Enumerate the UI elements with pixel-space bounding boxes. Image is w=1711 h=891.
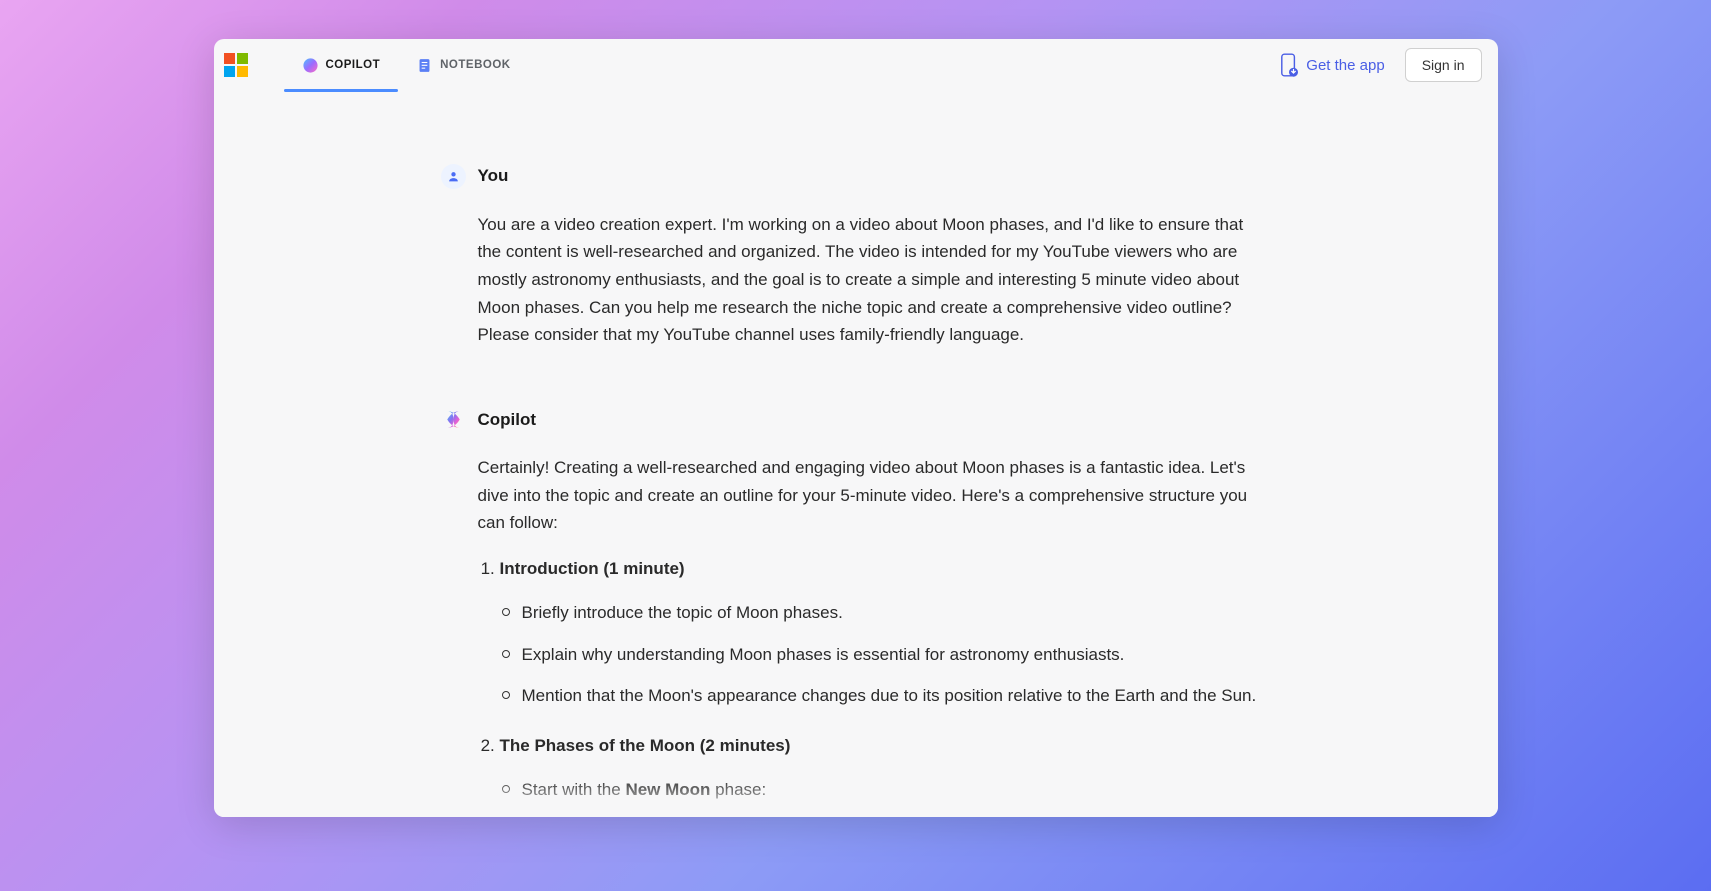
conversation-area: You You are a video creation expert. I'm… — [214, 92, 1498, 817]
mobile-app-icon — [1280, 53, 1298, 77]
app-window: COPILOT NOTEBOOK — [214, 39, 1498, 817]
section-1-point: Explain why understanding Moon phases is… — [522, 641, 1271, 669]
header-actions: Get the app Sign in — [1280, 48, 1489, 82]
outline-section-1: Introduction (1 minute) Briefly introduc… — [500, 555, 1271, 710]
bottom-fade — [214, 777, 1498, 817]
user-avatar-icon — [441, 164, 466, 189]
get-app-label: Get the app — [1306, 57, 1384, 74]
get-app-link[interactable]: Get the app — [1280, 53, 1384, 77]
copilot-intro-text: Certainly! Creating a well-researched an… — [478, 454, 1271, 537]
notebook-icon — [416, 57, 433, 74]
tab-copilot-label: COPILOT — [326, 59, 381, 71]
user-name-label: You — [478, 166, 509, 186]
section-1-point: Briefly introduce the topic of Moon phas… — [522, 599, 1271, 627]
copilot-name-label: Copilot — [478, 410, 537, 430]
tab-group: COPILOT NOTEBOOK — [284, 39, 529, 92]
user-message-text: You are a video creation expert. I'm wor… — [478, 211, 1271, 350]
microsoft-logo-icon[interactable] — [224, 53, 248, 77]
copilot-message: Copilot Certainly! Creating a well-resea… — [441, 407, 1271, 816]
user-message: You You are a video creation expert. I'm… — [441, 164, 1271, 350]
tab-copilot[interactable]: COPILOT — [284, 39, 399, 92]
top-bar: COPILOT NOTEBOOK — [214, 39, 1498, 92]
tab-notebook[interactable]: NOTEBOOK — [398, 39, 528, 92]
section-2-title: The Phases of the Moon (2 minutes) — [500, 736, 791, 755]
section-1-point: Mention that the Moon's appearance chang… — [522, 682, 1271, 710]
section-1-title: Introduction (1 minute) — [500, 559, 685, 578]
copilot-avatar-icon — [441, 407, 466, 432]
copilot-icon — [302, 57, 319, 74]
sign-in-button[interactable]: Sign in — [1405, 48, 1482, 82]
tab-notebook-label: NOTEBOOK — [440, 59, 510, 71]
